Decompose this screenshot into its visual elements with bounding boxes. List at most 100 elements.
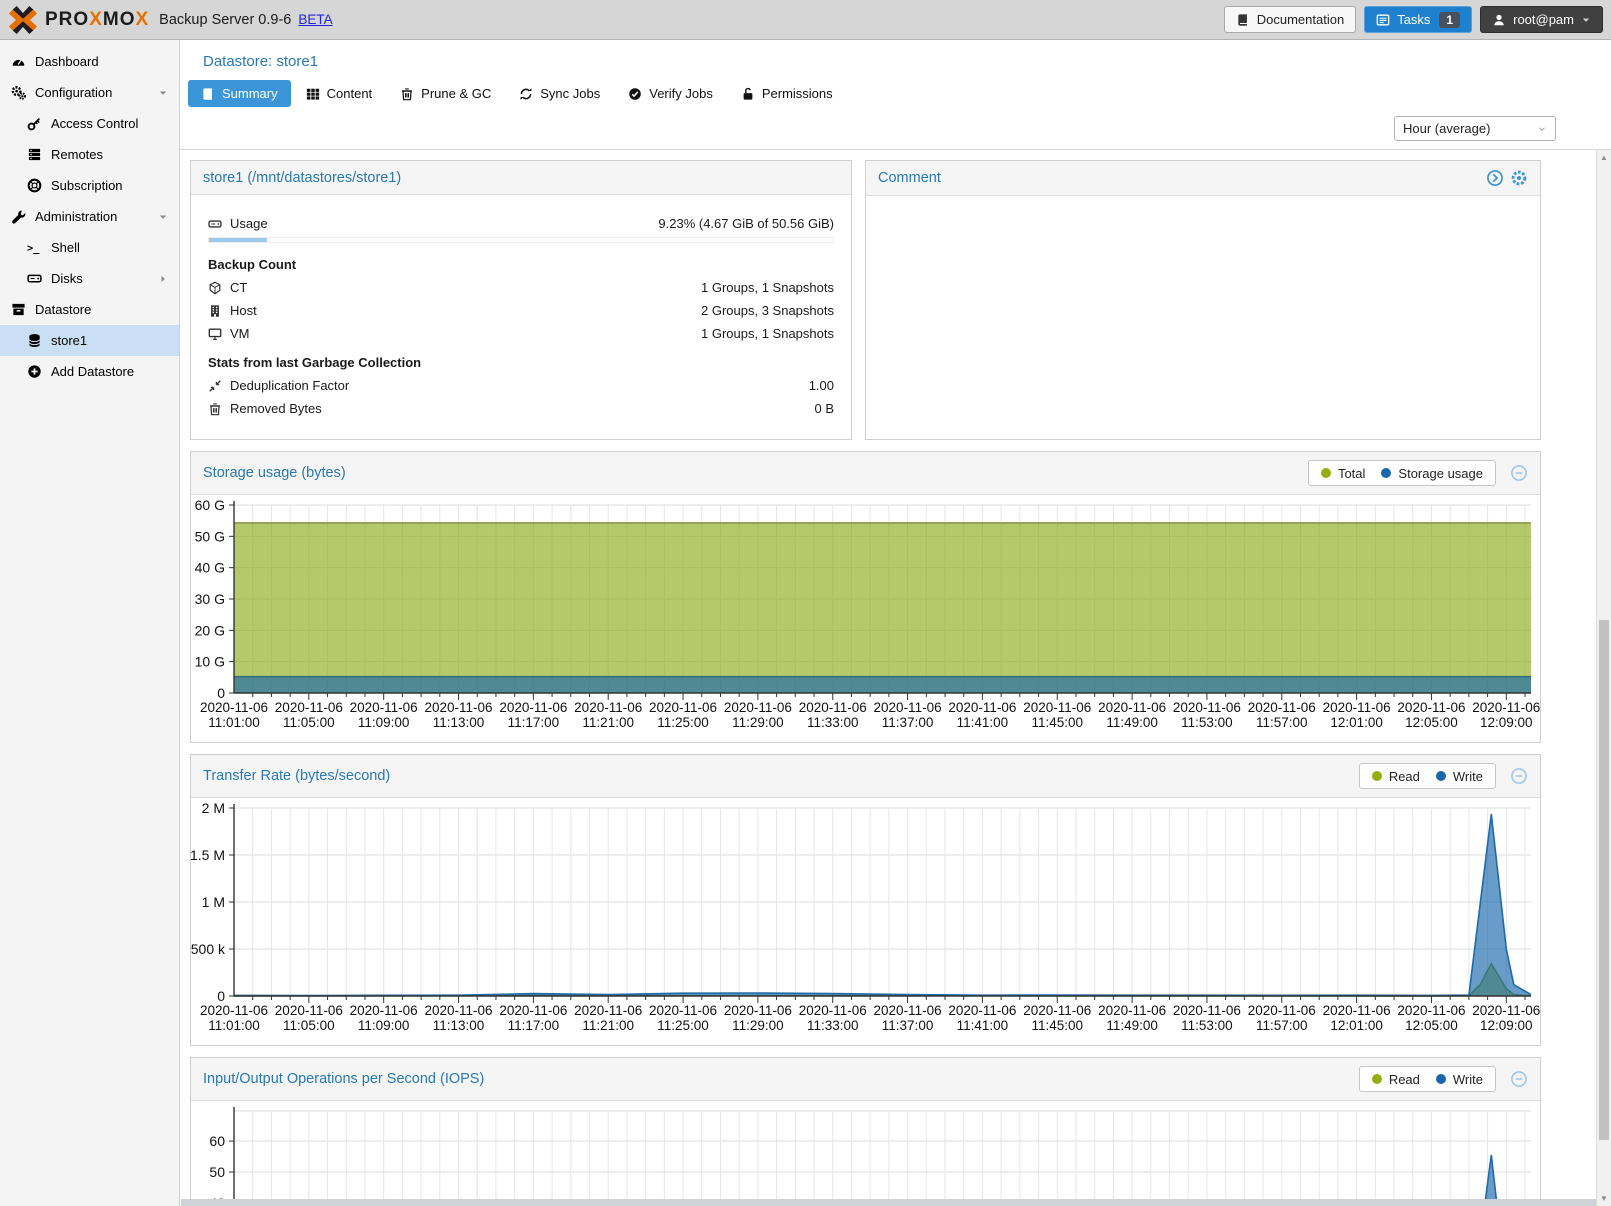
sidebar-item-subscription[interactable]: Subscription [0, 170, 179, 201]
scroll-up-arrow[interactable]: ▲ [1597, 153, 1611, 162]
tasks-button[interactable]: Tasks 1 [1364, 6, 1472, 33]
sidebar-item-access-control[interactable]: Access Control [0, 108, 179, 139]
svg-text:2020-11-06: 2020-11-06 [1098, 700, 1166, 715]
sidebar-item-remotes[interactable]: Remotes [0, 139, 179, 170]
svg-text:2020-11-06: 2020-11-06 [649, 1003, 717, 1018]
svg-text:11:53:00: 11:53:00 [1181, 1018, 1233, 1033]
svg-text:0: 0 [217, 685, 225, 701]
sidebar-item-datastore[interactable]: Datastore [0, 294, 179, 325]
chevron-down-icon [1581, 15, 1591, 25]
svg-text:11:41:00: 11:41:00 [957, 715, 1009, 730]
tab-content[interactable]: Content [293, 80, 386, 107]
stat-row-removed-bytes: Removed Bytes0 B [208, 401, 834, 416]
gear-icon[interactable] [1510, 169, 1528, 187]
legend-dot [1372, 771, 1382, 781]
sidebar-item-add-datastore[interactable]: Add Datastore [0, 356, 179, 387]
sync-icon [519, 87, 533, 101]
transfer-rate-chart: 0500 k1 M1.5 M2 M2020-11-0611:01:002020-… [191, 798, 1540, 1045]
svg-text:11:49:00: 11:49:00 [1106, 1018, 1158, 1033]
svg-text:11:17:00: 11:17:00 [508, 1018, 560, 1033]
svg-text:2020-11-06: 2020-11-06 [350, 1003, 418, 1018]
book-icon [1236, 13, 1250, 27]
legend-item-write[interactable]: Write [1436, 769, 1483, 784]
user-menu-button[interactable]: root@pam [1480, 6, 1603, 33]
vertical-scrollbar[interactable]: ▲ ▼ [1596, 150, 1611, 1206]
transfer-rate-title: Transfer Rate (bytes/second) [203, 768, 390, 784]
caret-right-icon [158, 274, 168, 284]
svg-text:50 G: 50 G [195, 528, 225, 544]
store1-panel-title: store1 (/mnt/datastores/store1) [203, 170, 401, 186]
caret-down-icon [158, 88, 168, 98]
svg-text:2020-11-06: 2020-11-06 [874, 700, 942, 715]
tab-summary[interactable]: Summary [188, 80, 291, 107]
svg-text:2020-11-06: 2020-11-06 [1323, 700, 1391, 715]
collapse-icon[interactable] [1510, 767, 1528, 785]
horizontal-scrollbar[interactable] [181, 1199, 1596, 1206]
beta-link[interactable]: BETA [298, 12, 332, 27]
sidebar-item-store1[interactable]: store1 [0, 325, 179, 356]
transfer-rate-panel: Transfer Rate (bytes/second) Read Write 0… [190, 754, 1541, 1046]
svg-text:12:05:00: 12:05:00 [1405, 715, 1458, 730]
collapse-icon[interactable] [1510, 464, 1528, 482]
tab-permissions[interactable]: Permissions [728, 80, 846, 107]
caret-down-icon [158, 212, 168, 222]
legend-item-read[interactable]: Read [1372, 769, 1420, 784]
sidebar-item-shell[interactable]: >_Shell [0, 232, 179, 263]
scroll-down-arrow[interactable]: ▼ [1597, 1194, 1611, 1203]
product-version: Backup Server 0.9-6 [159, 12, 291, 28]
svg-text:60 G: 60 G [195, 497, 225, 513]
svg-text:50: 50 [209, 1164, 225, 1180]
tab-sync-jobs[interactable]: Sync Jobs [506, 80, 613, 107]
stat-row-vm: VM1 Groups, 1 Snapshots [208, 326, 834, 341]
sidebar: DashboardConfigurationAccess ControlRemo… [0, 40, 180, 1206]
svg-text:1.5 M: 1.5 M [191, 847, 225, 863]
task-list-icon [1376, 13, 1390, 27]
tab-verify-jobs[interactable]: Verify Jobs [615, 80, 726, 107]
legend-item-total[interactable]: Total [1321, 466, 1365, 481]
svg-text:11:13:00: 11:13:00 [433, 715, 485, 730]
book-icon [201, 87, 215, 101]
svg-text:500 k: 500 k [191, 941, 226, 957]
sidebar-item-dashboard[interactable]: Dashboard [0, 46, 179, 77]
svg-text:60: 60 [209, 1133, 225, 1149]
svg-text:2020-11-06: 2020-11-06 [1397, 1003, 1465, 1018]
svg-text:12:09:00: 12:09:00 [1480, 715, 1533, 730]
check-circle-icon [628, 87, 642, 101]
svg-text:2020-11-06: 2020-11-06 [1472, 1003, 1540, 1018]
svg-text:2020-11-06: 2020-11-06 [499, 700, 567, 715]
legend-item-write[interactable]: Write [1436, 1072, 1483, 1087]
legend-item-storage-usage[interactable]: Storage usage [1381, 466, 1483, 481]
time-range-select[interactable]: Hour (average) [1394, 116, 1556, 141]
svg-text:11:05:00: 11:05:00 [283, 1018, 335, 1033]
collapse-icon[interactable] [1510, 1070, 1528, 1088]
svg-text:10 G: 10 G [195, 654, 225, 670]
svg-text:2020-11-06: 2020-11-06 [724, 700, 792, 715]
iops-panel: Input/Output Operations per Second (IOPS… [190, 1057, 1541, 1206]
backup-count-title: Backup Count [208, 257, 834, 272]
svg-text:11:45:00: 11:45:00 [1031, 1018, 1083, 1033]
stat-row-ct: CT1 Groups, 1 Snapshots [208, 280, 834, 295]
chevron-down-icon [1537, 124, 1547, 134]
svg-text:2020-11-06: 2020-11-06 [574, 1003, 642, 1018]
svg-text:2020-11-06: 2020-11-06 [1023, 1003, 1091, 1018]
storage-usage-title: Storage usage (bytes) [203, 465, 346, 481]
svg-text:2020-11-06: 2020-11-06 [1023, 700, 1091, 715]
documentation-button[interactable]: Documentation [1224, 6, 1356, 33]
svg-text:2020-11-06: 2020-11-06 [1323, 1003, 1391, 1018]
database-icon [27, 333, 42, 348]
svg-text:11:21:00: 11:21:00 [582, 715, 634, 730]
svg-text:11:33:00: 11:33:00 [807, 715, 859, 730]
scrollbar-thumb[interactable] [1599, 620, 1609, 1140]
desktop-icon [208, 327, 222, 341]
sidebar-item-disks[interactable]: Disks [0, 263, 179, 294]
storage-usage-chart: 010 G20 G30 G40 G50 G60 G2020-11-0611:01… [191, 495, 1540, 742]
iops-title: Input/Output Operations per Second (IOPS… [203, 1071, 484, 1087]
svg-text:40 G: 40 G [195, 560, 225, 576]
legend-item-read[interactable]: Read [1372, 1072, 1420, 1087]
tab-prune-gc[interactable]: Prune & GC [387, 80, 504, 107]
sidebar-item-administration[interactable]: Administration [0, 201, 179, 232]
sidebar-item-configuration[interactable]: Configuration [0, 77, 179, 108]
unlock-icon [741, 87, 755, 101]
svg-text:2020-11-06: 2020-11-06 [1173, 1003, 1241, 1018]
expand-icon[interactable] [1486, 169, 1504, 187]
